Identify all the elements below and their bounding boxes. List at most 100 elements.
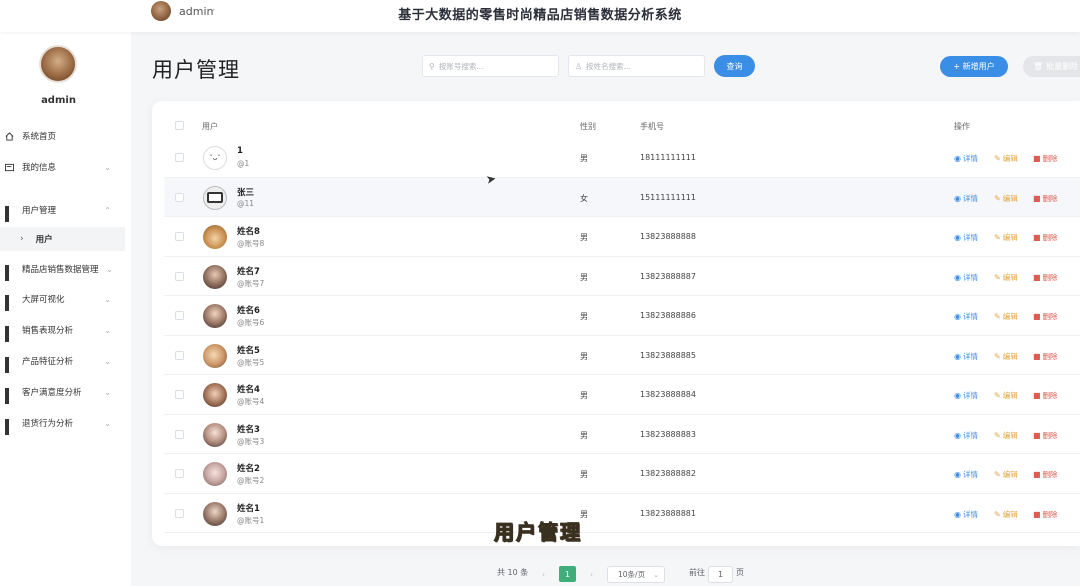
prev-page-icon[interactable]: ‹ <box>535 566 552 582</box>
table-row: 张三 @11 女 15111111111 ◉ 详情 ✎ 编辑 ■ 删除 <box>164 177 1080 217</box>
trash-icon: ■ <box>1033 312 1041 321</box>
user-account: @账号8 <box>237 239 265 248</box>
sidebar-item-sales-data[interactable]: 精品店销售数据管理 ⌄ <box>0 257 125 281</box>
detail-button[interactable]: ◉ 详情 <box>954 193 978 204</box>
delete-button[interactable]: ■ 删除 <box>1033 272 1058 283</box>
page-title: 用户管理 <box>152 58 240 82</box>
detail-button[interactable]: ◉ 详情 <box>954 430 978 441</box>
detail-button[interactable]: ◉ 详情 <box>954 311 978 322</box>
chevron-up-icon: ⌃ <box>104 205 111 215</box>
delete-label: 删除 <box>1042 312 1058 321</box>
avatar <box>203 422 227 447</box>
edit-label: 编辑 <box>1002 391 1018 400</box>
delete-button[interactable]: ■ 删除 <box>1033 232 1058 243</box>
delete-button[interactable]: ■ 删除 <box>1033 390 1058 401</box>
delete-button[interactable]: ■ 删除 <box>1033 351 1058 362</box>
delete-label: 删除 <box>1042 272 1058 282</box>
edit-button[interactable]: ✎ 编辑 <box>994 390 1018 401</box>
edit-button[interactable]: ✎ 编辑 <box>994 311 1018 322</box>
goto-page-input[interactable]: 1 <box>708 566 733 583</box>
edit-button[interactable]: ✎ 编辑 <box>994 509 1018 520</box>
delete-button[interactable]: ■ 删除 <box>1033 469 1058 480</box>
row-checkbox[interactable] <box>175 429 184 439</box>
user-table: 用户 性别 手机号 操作 ˘ᴗ˘ 1 @1 男 18111111111 ◉ 详情 ✎ 编辑 ■ 删除… <box>152 101 1080 546</box>
sidebar-item-label: 销售表现分析 <box>22 326 74 336</box>
sidebar-item-home[interactable]: 系统首页 <box>0 124 125 148</box>
delete-button[interactable]: ■ 删除 <box>1033 193 1058 204</box>
edit-button[interactable]: ✎ 编辑 <box>994 469 1018 480</box>
sidebar-item-label: 我的信息 <box>22 163 57 173</box>
eye-icon: ◉ <box>954 470 961 479</box>
delete-label: 删除 <box>1042 233 1058 242</box>
delete-button[interactable]: ■ 删除 <box>1033 311 1058 322</box>
user-icon: ♙ <box>575 61 583 71</box>
caption-overlay: 用户管理 <box>494 520 582 545</box>
edit-button[interactable]: ✎ 编辑 <box>994 153 1018 164</box>
user-account: @账号2 <box>237 476 265 485</box>
search-name-input[interactable]: ♙ 按姓名搜索... <box>568 55 705 77</box>
detail-button[interactable]: ◉ 详情 <box>954 469 978 480</box>
page-size-select[interactable]: 10条/页 ⌄ <box>607 566 665 583</box>
detail-button[interactable]: ◉ 详情 <box>954 153 978 164</box>
search-account-input[interactable]: ⚲ 按账号搜索... <box>422 55 559 77</box>
sidebar-item-label: 退货行为分析 <box>22 419 74 429</box>
detail-button[interactable]: ◉ 详情 <box>954 232 978 243</box>
sidebar-item-customer-satisfaction[interactable]: 客户满意度分析 ⌄ <box>0 380 125 404</box>
add-user-button[interactable]: + 新增用户 <box>940 56 1008 77</box>
row-checkbox[interactable] <box>175 232 184 241</box>
sidebar-item-label: 产品特征分析 <box>22 357 74 367</box>
avatar <box>203 501 227 526</box>
row-checkbox[interactable] <box>175 390 184 399</box>
sidebar-item-return-behavior[interactable]: 退货行为分析 ⌄ <box>0 411 125 435</box>
sidebar-item-my-info[interactable]: 我的信息 ⌄ <box>0 155 125 179</box>
select-all-checkbox[interactable] <box>175 121 184 130</box>
user-gender: 男 <box>580 233 588 242</box>
detail-button[interactable]: ◉ 详情 <box>954 509 978 520</box>
detail-button[interactable]: ◉ 详情 <box>954 272 978 283</box>
sidebar-item-user-management[interactable]: 用户管理 ⌃ <box>0 198 125 222</box>
query-button[interactable]: 查询 <box>714 55 755 77</box>
row-checkbox[interactable] <box>175 192 184 202</box>
search-icon: ⚲ <box>429 61 435 71</box>
row-checkbox[interactable] <box>175 311 184 320</box>
next-page-icon[interactable]: › <box>583 566 600 582</box>
user-account: @11 <box>237 198 255 208</box>
trash-icon: ■ <box>1033 509 1041 519</box>
edit-button[interactable]: ✎ 编辑 <box>994 351 1018 362</box>
edit-button[interactable]: ✎ 编辑 <box>994 193 1018 204</box>
user-phone: 18111111111 <box>640 153 696 162</box>
grid-icon <box>5 387 14 404</box>
header-phone: 手机号 <box>640 122 664 131</box>
row-checkbox[interactable] <box>175 271 184 281</box>
sidebar-item-users[interactable]: › 用户 <box>0 227 125 251</box>
home-icon <box>5 131 14 141</box>
row-checkbox[interactable] <box>175 508 184 518</box>
user-phone: 15111111111 <box>640 192 696 202</box>
row-checkbox[interactable] <box>175 350 184 360</box>
top-bar: admin ⌄ 基于大数据的零售时尚精品店销售数据分析系统 <box>0 0 1080 32</box>
pencil-icon: ✎ <box>994 351 1001 361</box>
sidebar-item-big-screen[interactable]: 大屏可视化 ⌄ <box>0 287 125 311</box>
detail-button[interactable]: ◉ 详情 <box>954 351 978 362</box>
delete-label: 删除 <box>1042 391 1058 400</box>
chevron-down-icon: ⌄ <box>106 264 113 274</box>
delete-button[interactable]: ■ 删除 <box>1033 430 1058 441</box>
row-checkbox[interactable] <box>175 469 184 478</box>
row-checkbox[interactable] <box>175 153 184 162</box>
user-name: 姓名6 <box>237 306 260 316</box>
detail-button[interactable]: ◉ 详情 <box>954 390 978 401</box>
delete-button[interactable]: ■ 删除 <box>1033 153 1058 164</box>
edit-label: 编辑 <box>1002 312 1018 321</box>
delete-button[interactable]: ■ 删除 <box>1033 509 1058 520</box>
page-current[interactable]: 1 <box>559 566 576 582</box>
sidebar-item-sales-performance[interactable]: 销售表现分析 ⌄ <box>0 318 125 342</box>
edit-button[interactable]: ✎ 编辑 <box>994 232 1018 243</box>
edit-button[interactable]: ✎ 编辑 <box>994 272 1018 283</box>
user-phone: 13823888886 <box>640 311 696 320</box>
edit-button[interactable]: ✎ 编辑 <box>994 430 1018 441</box>
avatar: ˘ᴗ˘ <box>203 146 227 170</box>
batch-delete-button[interactable]: 🗑 批量删除 <box>1023 56 1080 77</box>
sidebar-item-product-features[interactable]: 产品特征分析 ⌄ <box>0 349 125 373</box>
pencil-icon: ✎ <box>994 470 1001 479</box>
user-name: 姓名8 <box>237 227 260 237</box>
